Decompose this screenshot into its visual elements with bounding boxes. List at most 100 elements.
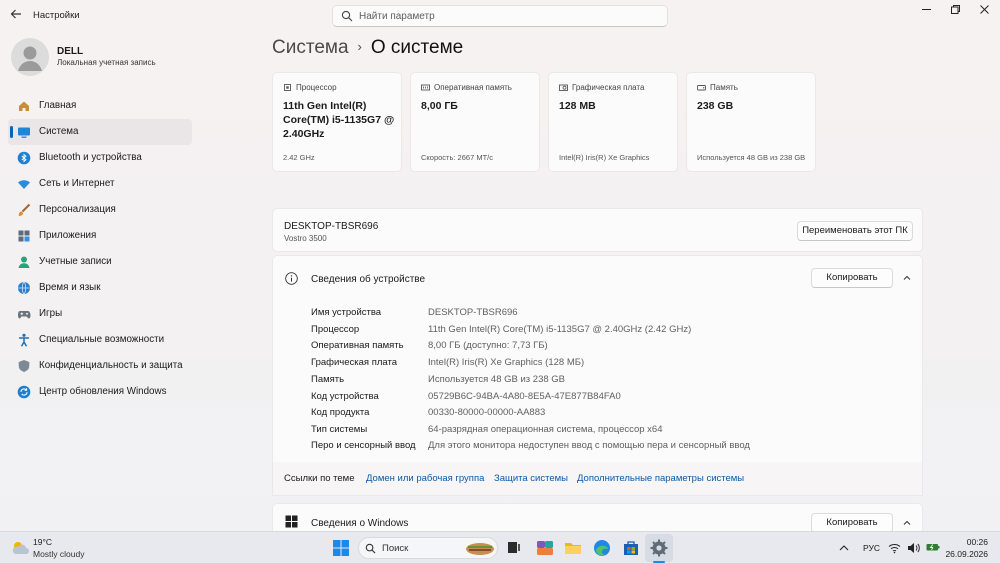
close-button[interactable] — [973, 4, 995, 20]
spec-value: 11th Gen Intel(R) Core(TM) i5-1135G7 @ 2… — [428, 324, 692, 335]
pc-name-panel: DESKTOP-TBSR696 Vostro 3500 Переименоват… — [272, 208, 923, 252]
spec-value: 05729B6C-94BA-4A80-8E5A-47E877B84FA0 — [428, 391, 621, 402]
copy-windows-specs-button[interactable]: Копировать — [811, 513, 893, 533]
taskbar-search[interactable]: Поиск — [358, 537, 498, 559]
card-heading: Оперативная память — [434, 83, 512, 92]
sidebar-item-network[interactable]: Сеть и Интернет — [8, 171, 192, 197]
maximize-button[interactable] — [944, 4, 966, 20]
card-footer: Используется 48 GB из 238 GB — [697, 153, 806, 162]
spec-card-cpu: Процессор 11th Gen Intel(R) Core(TM) i5-… — [272, 72, 402, 172]
minimize-button[interactable] — [915, 4, 937, 20]
link-advanced-system-settings[interactable]: Дополнительные параметры системы — [577, 473, 744, 484]
sidebar-item-privacy[interactable]: Конфиденциальность и защита — [8, 353, 192, 379]
sidebar-nav: Главная Система Bluetooth и устройства С… — [8, 93, 192, 405]
sidebar-item-apps[interactable]: Приложения — [8, 223, 192, 249]
device-specs-panel: Сведения об устройстве Копировать Имя ус… — [272, 255, 923, 462]
gpu-icon — [559, 84, 568, 91]
input-language[interactable]: РУС — [863, 543, 880, 553]
widgets-icon[interactable] — [535, 538, 555, 558]
sidebar-item-label: Главная — [39, 100, 77, 111]
spec-key: Перо и сенсорный ввод — [311, 440, 416, 451]
sidebar-item-home[interactable]: Главная — [8, 93, 192, 119]
edge-browser-icon[interactable] — [592, 538, 612, 558]
windows-specs-title: Сведения о Windows — [311, 518, 409, 529]
weather-temperature: 19°C — [33, 537, 52, 547]
settings-search[interactable] — [332, 5, 668, 27]
weather-description: Mostly cloudy — [33, 549, 85, 559]
windows-specs-panel: Сведения о Windows Копировать — [272, 503, 923, 533]
settings-gear-icon — [650, 539, 668, 557]
user-avatar-icon — [18, 46, 42, 71]
card-footer: Intel(R) Iris(R) Xe Graphics — [559, 153, 650, 162]
spec-value: Для этого монитора недоступен ввод с пом… — [428, 440, 750, 451]
spec-card-storage: Память 238 GB Используется 48 GB из 238 … — [686, 72, 816, 172]
store-icon[interactable] — [621, 538, 641, 558]
spec-key: Имя устройства — [311, 307, 382, 318]
sidebar-item-gaming[interactable]: Игры — [8, 301, 192, 327]
sidebar-item-label: Bluetooth и устройства — [39, 152, 142, 163]
sidebar-item-time-language[interactable]: Время и язык — [8, 275, 192, 301]
system-icon — [18, 127, 30, 138]
globe-icon — [18, 281, 30, 295]
rename-pc-button[interactable]: Переименовать этот ПК — [797, 221, 913, 241]
back-button[interactable] — [8, 8, 24, 24]
weather-cloudy-icon[interactable] — [10, 540, 30, 556]
battery-charging-icon[interactable] — [926, 541, 940, 553]
account-type: Локальная учетная запись — [57, 58, 156, 67]
sidebar-item-label: Специальные возможности — [39, 334, 165, 345]
spec-value: 00330-80000-00000-AA883 — [428, 407, 546, 418]
chevron-up-icon[interactable] — [902, 518, 912, 528]
settings-app-tile[interactable] — [645, 534, 673, 562]
avatar[interactable] — [11, 38, 49, 76]
copy-device-specs-button[interactable]: Копировать — [811, 268, 893, 288]
card-value: 11th Gen Intel(R) Core(TM) i5-1135G7 @ 2… — [283, 100, 395, 140]
task-view-icon[interactable] — [504, 538, 524, 558]
sidebar-item-personalization[interactable]: Персонализация — [8, 197, 192, 223]
search-input[interactable] — [359, 9, 659, 24]
link-system-protection[interactable]: Защита системы — [494, 473, 568, 484]
sidebar-item-accessibility[interactable]: Специальные возможности — [8, 327, 192, 353]
settings-window: Настройки DELL Локальная учетная запись … — [0, 0, 1000, 533]
start-icon[interactable] — [331, 538, 351, 558]
sidebar-item-label: Игры — [39, 308, 63, 319]
pc-model: Vostro 3500 — [284, 234, 327, 243]
card-value: 8,00 ГБ — [421, 100, 458, 112]
sidebar-item-label: Система — [39, 126, 79, 137]
link-domain-workgroup[interactable]: Домен или рабочая группа — [366, 473, 484, 484]
sidebar-item-windows-update[interactable]: Центр обновления Windows — [8, 379, 192, 405]
chevron-up-icon[interactable] — [902, 273, 912, 283]
wifi-icon[interactable] — [888, 542, 901, 554]
breadcrumb: Система › О системе — [272, 37, 463, 59]
clock-time[interactable]: 00:26 — [967, 537, 988, 547]
spec-key: Графическая плата — [311, 357, 398, 368]
file-explorer-icon[interactable] — [563, 538, 583, 558]
spec-key: Код устройства — [311, 391, 379, 402]
windows-logo-icon — [285, 515, 298, 528]
sidebar-item-bluetooth[interactable]: Bluetooth и устройства — [8, 145, 192, 171]
minimize-icon — [921, 9, 931, 10]
sidebar-item-system[interactable]: Система — [8, 119, 192, 145]
ram-icon — [421, 84, 430, 91]
spec-value: 64-разрядная операционная система, проце… — [428, 424, 663, 435]
breadcrumb-parent[interactable]: Система — [272, 37, 349, 58]
spec-value: Используется 48 GB из 238 GB — [428, 374, 566, 385]
accessibility-icon — [19, 333, 29, 347]
volume-icon[interactable] — [907, 542, 920, 554]
related-links-label: Ссылки по теме — [284, 473, 355, 484]
info-icon — [285, 272, 298, 285]
spec-key: Память — [311, 374, 345, 385]
clock-date[interactable]: 26.09.2026 — [945, 549, 988, 559]
sidebar-item-label: Время и язык — [39, 282, 101, 293]
spec-key: Процессор — [311, 324, 360, 335]
page-title: О системе — [370, 37, 464, 58]
app-title: Настройки — [33, 10, 80, 21]
chevron-up-icon[interactable] — [838, 542, 850, 554]
user-name: DELL — [57, 46, 84, 57]
card-heading: Графическая плата — [572, 83, 645, 92]
wifi-icon — [18, 180, 30, 189]
spec-key: Тип системы — [311, 424, 368, 435]
update-icon — [17, 385, 31, 399]
device-specs-title: Сведения об устройстве — [311, 274, 426, 285]
sidebar-item-accounts[interactable]: Учетные записи — [8, 249, 192, 275]
search-icon — [341, 10, 353, 22]
